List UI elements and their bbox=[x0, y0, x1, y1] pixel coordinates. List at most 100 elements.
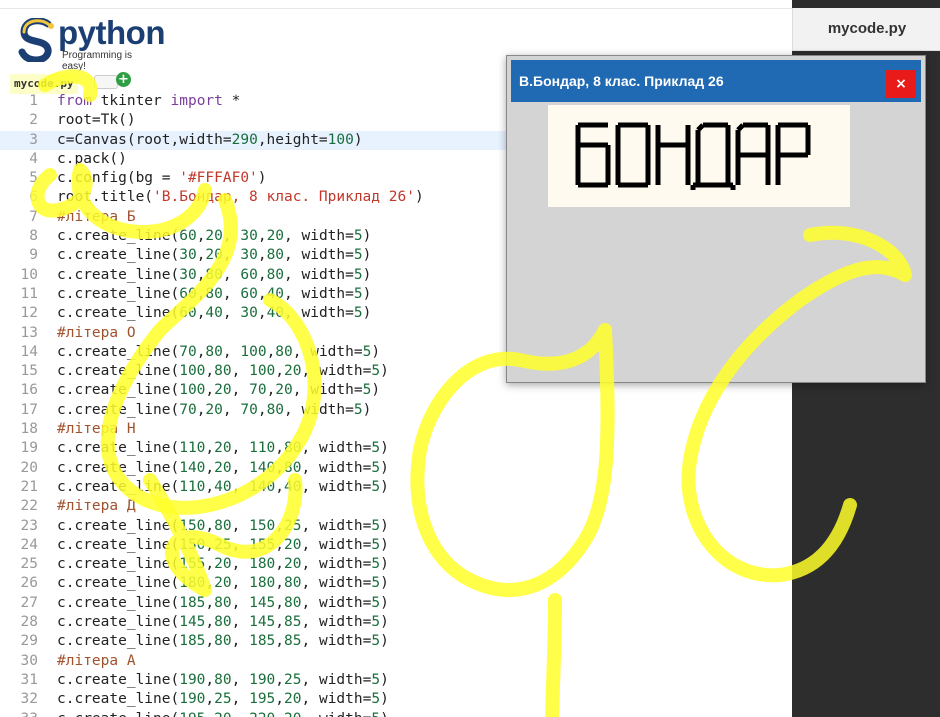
code-text[interactable]: #літера Б bbox=[57, 208, 136, 227]
line-number: 30 bbox=[20, 652, 38, 669]
code-text[interactable]: #літера А bbox=[57, 652, 136, 671]
top-divider bbox=[0, 8, 792, 9]
line-number: 21 bbox=[20, 478, 38, 495]
line-number: 7 bbox=[29, 208, 38, 225]
code-text[interactable]: c.create_line(155,20, 180,20, width=5) bbox=[57, 555, 389, 574]
code-text[interactable]: c.create_line(30,80, 60,80, width=5) bbox=[57, 266, 371, 285]
line-number: 18 bbox=[20, 421, 38, 438]
line-number: 8 bbox=[29, 228, 38, 245]
code-text[interactable]: c.create_line(145,80, 145,85, width=5) bbox=[57, 613, 389, 632]
code-line[interactable]: 28 c.create_line(145,80, 145,85, width=5) bbox=[0, 613, 792, 632]
code-text[interactable]: #літера Д bbox=[57, 497, 136, 516]
code-text[interactable]: c.pack() bbox=[57, 150, 127, 169]
line-number: 5 bbox=[29, 170, 38, 187]
window-title-bar[interactable]: В.Бондар, 8 клас. Приклад 26 × bbox=[511, 60, 921, 102]
line-number: 20 bbox=[20, 459, 38, 476]
code-line[interactable]: 21 c.create_line(110,40, 140,40, width=5) bbox=[0, 478, 792, 497]
code-text[interactable]: c.create_line(110,40, 140,40, width=5) bbox=[57, 478, 389, 497]
code-text[interactable]: c.create_line(60,80, 60,40, width=5) bbox=[57, 285, 371, 304]
line-number: 3 bbox=[29, 131, 38, 148]
line-number: 19 bbox=[20, 440, 38, 457]
code-text[interactable]: c.create_line(185,80, 145,80, width=5) bbox=[57, 594, 389, 613]
line-number: 4 bbox=[29, 150, 38, 167]
code-text[interactable]: c.create_line(150,25, 155,20, width=5) bbox=[57, 536, 389, 555]
line-number: 9 bbox=[29, 247, 38, 264]
line-number: 25 bbox=[20, 556, 38, 573]
line-number: 11 bbox=[20, 285, 38, 302]
output-tab-mycode[interactable]: mycode.py bbox=[792, 8, 940, 51]
toggle-track[interactable] bbox=[94, 75, 118, 89]
canvas-line bbox=[736, 123, 745, 132]
code-text[interactable]: from tkinter import * bbox=[57, 92, 240, 111]
code-line[interactable]: 22 #літера Д bbox=[0, 497, 792, 516]
code-text[interactable]: c.create_line(110,20, 110,80, width=5) bbox=[57, 439, 389, 458]
python-snake-icon bbox=[18, 18, 54, 62]
code-line[interactable]: 16 c.create_line(100,20, 70,20, width=5) bbox=[0, 381, 792, 400]
line-number: 33 bbox=[0, 710, 38, 717]
code-text[interactable]: c.create_line(140,20, 140,80, width=5) bbox=[57, 459, 389, 478]
code-text[interactable]: c.create_line(60,40, 30,40, width=5) bbox=[57, 304, 371, 323]
code-text[interactable]: c.create_line(190,80, 190,25, width=5) bbox=[57, 671, 389, 690]
tk-window[interactable]: В.Бондар, 8 клас. Приклад 26 × bbox=[506, 55, 926, 383]
line-number: 12 bbox=[20, 305, 38, 322]
add-file-toggle[interactable]: + bbox=[94, 72, 131, 89]
code-text[interactable]: #літера О bbox=[57, 324, 136, 343]
code-line[interactable]: 30 #літера А bbox=[0, 652, 792, 671]
file-tab-mycode[interactable]: mycode.py bbox=[10, 74, 78, 94]
code-text[interactable]: c.create_line(185,80, 185,85, width=5) bbox=[57, 632, 389, 651]
code-line[interactable]: 24 c.create_line(150,25, 155,20, width=5) bbox=[0, 536, 792, 555]
code-text[interactable]: c=Canvas(root,width=290,height=100) bbox=[57, 131, 363, 150]
line-number: 10 bbox=[20, 266, 38, 283]
code-line[interactable]: 26 c.create_line(180,20, 180,80, width=5) bbox=[0, 574, 792, 593]
line-number: 17 bbox=[20, 401, 38, 418]
window-close-button[interactable]: × bbox=[886, 70, 916, 98]
code-line[interactable]: 33 c.create_line(195,20, 220,20, width=5) bbox=[0, 710, 792, 717]
code-text[interactable]: c.create_line(150,80, 150,25, width=5) bbox=[57, 517, 389, 536]
code-line[interactable]: 32 c.create_line(190,25, 195,20, width=5) bbox=[0, 690, 792, 709]
code-text[interactable]: c.create_line(70,80, 100,80, width=5) bbox=[57, 343, 380, 362]
code-line[interactable]: 19 c.create_line(110,20, 110,80, width=5) bbox=[0, 439, 792, 458]
code-line[interactable]: 17 c.create_line(70,20, 70,80, width=5) bbox=[0, 401, 792, 420]
code-text[interactable]: c.create_line(100,20, 70,20, width=5) bbox=[57, 381, 380, 400]
code-text[interactable]: root=Tk() bbox=[57, 111, 136, 130]
line-number: 29 bbox=[20, 633, 38, 650]
line-number: 1 bbox=[29, 93, 38, 109]
line-number: 6 bbox=[29, 189, 38, 206]
code-text[interactable]: c.config(bg = '#FFFAF0') bbox=[57, 169, 267, 188]
line-number: 27 bbox=[20, 594, 38, 611]
line-number: 13 bbox=[20, 324, 38, 341]
code-text[interactable]: #літера Н bbox=[57, 420, 136, 439]
window-title: В.Бондар, 8 клас. Приклад 26 bbox=[519, 73, 724, 89]
code-text[interactable]: c.create_line(60,20, 30,20, width=5) bbox=[57, 227, 371, 246]
line-number: 24 bbox=[20, 536, 38, 553]
line-number: 28 bbox=[20, 614, 38, 631]
canvas-line bbox=[696, 123, 705, 132]
canvas-drawing bbox=[575, 122, 811, 190]
python-logo[interactable]: python Programming is easy! bbox=[18, 14, 165, 72]
line-number: 32 bbox=[20, 691, 38, 708]
tk-canvas bbox=[548, 105, 850, 207]
code-text[interactable]: c.create_line(70,20, 70,80, width=5) bbox=[57, 401, 371, 420]
line-number: 26 bbox=[20, 575, 38, 592]
line-number: 23 bbox=[20, 517, 38, 534]
code-line[interactable]: 23 c.create_line(150,80, 150,25, width=5) bbox=[0, 517, 792, 536]
code-line[interactable]: 18 #літера Н bbox=[0, 420, 792, 439]
code-text[interactable]: c.create_line(190,25, 195,20, width=5) bbox=[57, 690, 389, 709]
code-line[interactable]: 25 c.create_line(155,20, 180,20, width=5) bbox=[0, 555, 792, 574]
code-line[interactable]: 31 c.create_line(190,80, 190,25, width=5) bbox=[0, 671, 792, 690]
logo-tagline: Programming is easy! bbox=[62, 50, 133, 72]
code-text[interactable]: c.create_line(195,20, 220,20, width=5) bbox=[57, 710, 389, 717]
code-text[interactable]: c.create_line(30,20, 30,80, width=5) bbox=[57, 246, 371, 265]
line-number: 16 bbox=[20, 382, 38, 399]
code-text[interactable]: root.title('В.Бондар, 8 клас. Приклад 26… bbox=[57, 188, 424, 207]
code-line[interactable]: 27 c.create_line(185,80, 145,80, width=5) bbox=[0, 594, 792, 613]
line-number: 22 bbox=[20, 498, 38, 515]
add-file-icon[interactable]: + bbox=[116, 72, 131, 87]
line-number: 15 bbox=[20, 363, 38, 380]
line-number: 14 bbox=[20, 343, 38, 360]
code-line[interactable]: 20 c.create_line(140,20, 140,80, width=5) bbox=[0, 459, 792, 478]
code-text[interactable]: c.create_line(180,20, 180,80, width=5) bbox=[57, 574, 389, 593]
line-number: 2 bbox=[29, 112, 38, 129]
code-line[interactable]: 29 c.create_line(185,80, 185,85, width=5) bbox=[0, 632, 792, 651]
code-text[interactable]: c.create_line(100,80, 100,20, width=5) bbox=[57, 362, 389, 381]
